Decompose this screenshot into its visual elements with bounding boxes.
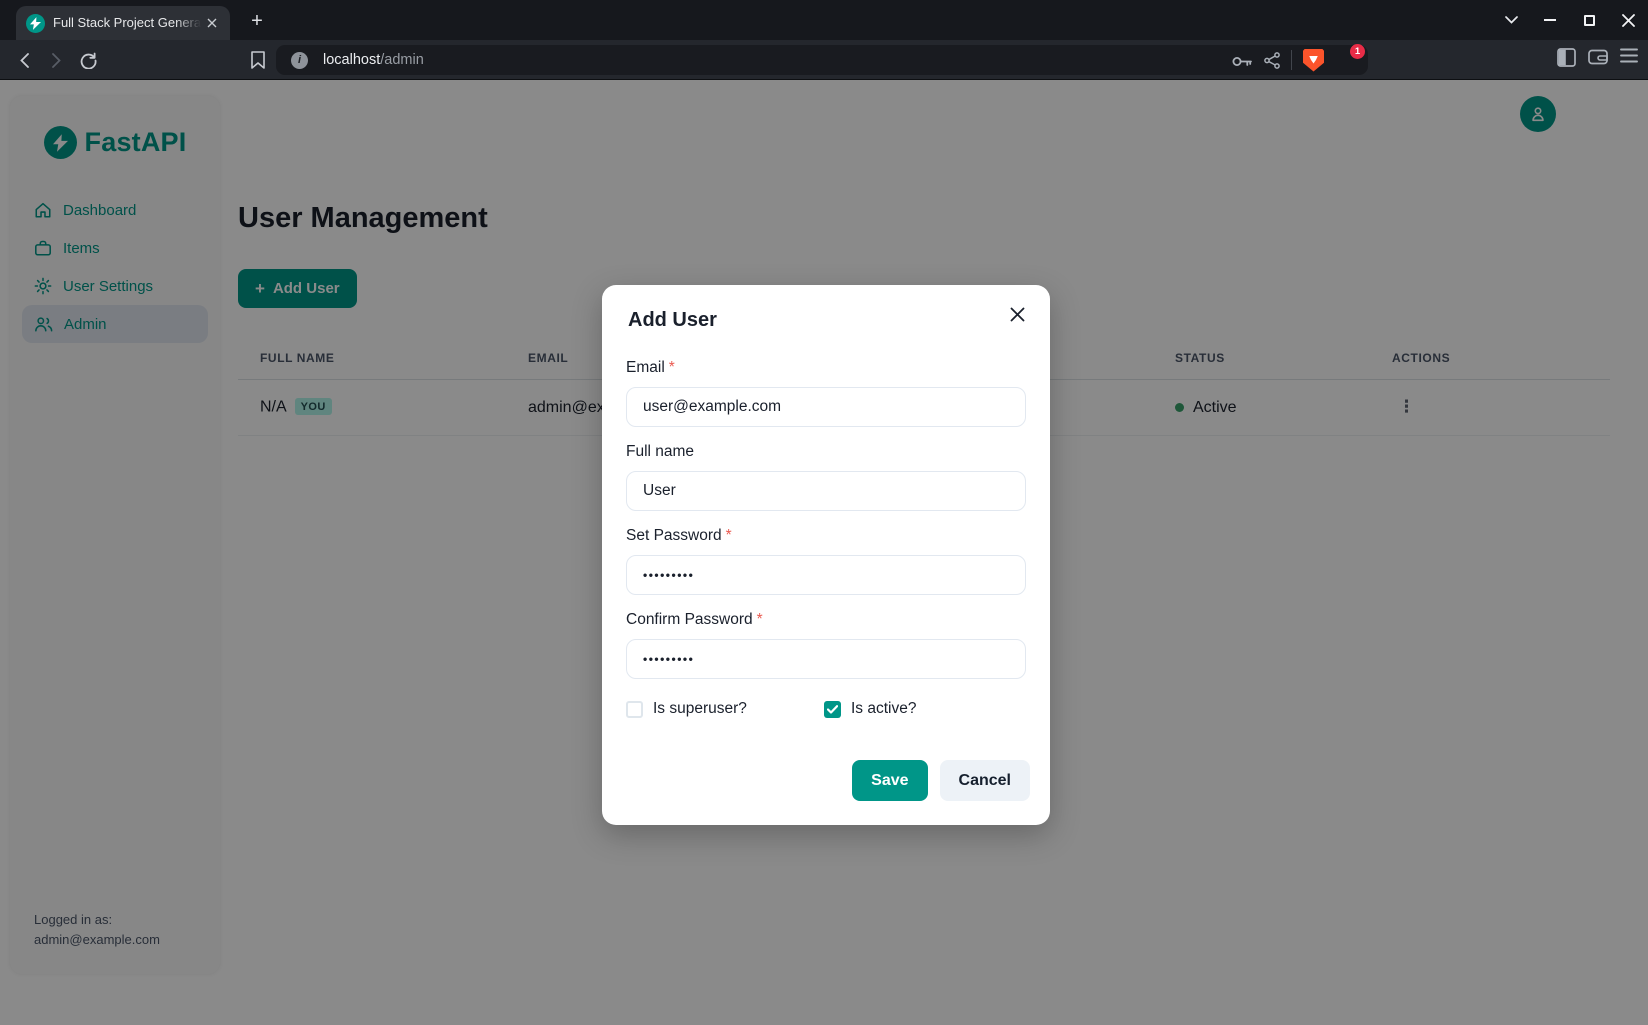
back-icon[interactable] (12, 48, 36, 72)
confirm-password-field[interactable] (626, 639, 1026, 679)
rewards-badge: 1 (1350, 44, 1365, 59)
label-text: Full name (626, 443, 694, 460)
site-info-icon[interactable]: i (291, 52, 308, 69)
is-active-label: Is active? (851, 700, 916, 718)
label-text: Email (626, 359, 665, 376)
share-icon[interactable] (1264, 52, 1280, 69)
toolbar-right-icons (1557, 48, 1638, 67)
close-window-icon[interactable] (1616, 8, 1640, 32)
full-name-field-group: Full name (626, 443, 1026, 511)
required-mark: * (726, 527, 732, 544)
browser-toolbar: i localhost/admin 1 (0, 40, 1648, 80)
is-superuser-label: Is superuser? (653, 700, 747, 718)
modal-footer: Save Cancel (626, 760, 1030, 801)
page-content: FastAPI Dashboard Items User Settings (0, 80, 1648, 1025)
wallet-icon[interactable] (1588, 48, 1608, 67)
is-active-checkbox-item[interactable]: Is active? (824, 700, 916, 718)
maximize-icon[interactable] (1577, 8, 1601, 32)
checkbox-unchecked-icon[interactable] (626, 701, 643, 718)
url-path: /admin (380, 52, 424, 68)
tab-title: Full Stack Project Genera (53, 14, 201, 32)
fastapi-favicon-icon (26, 14, 45, 33)
reload-icon[interactable] (76, 48, 100, 72)
checkbox-row: Is superuser? Is active? (626, 700, 1026, 718)
email-field[interactable] (626, 387, 1026, 427)
required-mark: * (669, 359, 675, 376)
brave-shield-icon[interactable] (1303, 49, 1324, 72)
browser-titlebar: Full Stack Project Genera + (0, 0, 1648, 40)
email-field-group: Email* (626, 359, 1026, 427)
confirm-password-field-group: Confirm Password* (626, 611, 1026, 679)
email-label: Email* (626, 359, 1026, 377)
label-text: Set Password (626, 527, 722, 544)
browser-tab[interactable]: Full Stack Project Genera (16, 6, 230, 40)
key-icon[interactable] (1232, 53, 1253, 67)
minimize-icon[interactable] (1538, 8, 1562, 32)
url-bar[interactable]: i localhost/admin 1 (276, 45, 1368, 75)
menu-hamburger-icon[interactable] (1620, 48, 1638, 67)
sidebar-toggle-icon[interactable] (1557, 48, 1576, 67)
cancel-button[interactable]: Cancel (940, 760, 1030, 801)
full-name-field[interactable] (626, 471, 1026, 511)
confirm-password-label: Confirm Password* (626, 611, 1026, 629)
url-text: localhost/admin (323, 52, 424, 68)
url-host: localhost (323, 52, 380, 68)
set-password-label: Set Password* (626, 527, 1026, 545)
save-button[interactable]: Save (852, 760, 927, 801)
new-tab-button[interactable]: + (244, 9, 270, 35)
required-mark: * (757, 611, 763, 628)
modal-close-icon[interactable] (1004, 301, 1030, 327)
forward-icon[interactable] (44, 48, 68, 72)
modal-title: Add User (628, 309, 1030, 332)
window-controls (1499, 0, 1640, 40)
tab-search-chevron-icon[interactable] (1499, 8, 1523, 32)
checkbox-checked-icon[interactable] (824, 701, 841, 718)
set-password-field[interactable] (626, 555, 1026, 595)
toolbar-divider (1291, 50, 1292, 70)
tab-close-icon[interactable] (203, 14, 221, 32)
urlbar-actions: 1 (1232, 45, 1358, 75)
set-password-field-group: Set Password* (626, 527, 1026, 595)
add-user-modal: Add User Email* Full name Set Password* … (602, 285, 1050, 825)
full-name-label: Full name (626, 443, 1026, 461)
bookmark-icon[interactable] (246, 48, 270, 72)
brave-rewards-icon[interactable]: 1 (1335, 50, 1358, 71)
label-text: Confirm Password (626, 611, 753, 628)
is-superuser-checkbox-item[interactable]: Is superuser? (626, 700, 824, 718)
